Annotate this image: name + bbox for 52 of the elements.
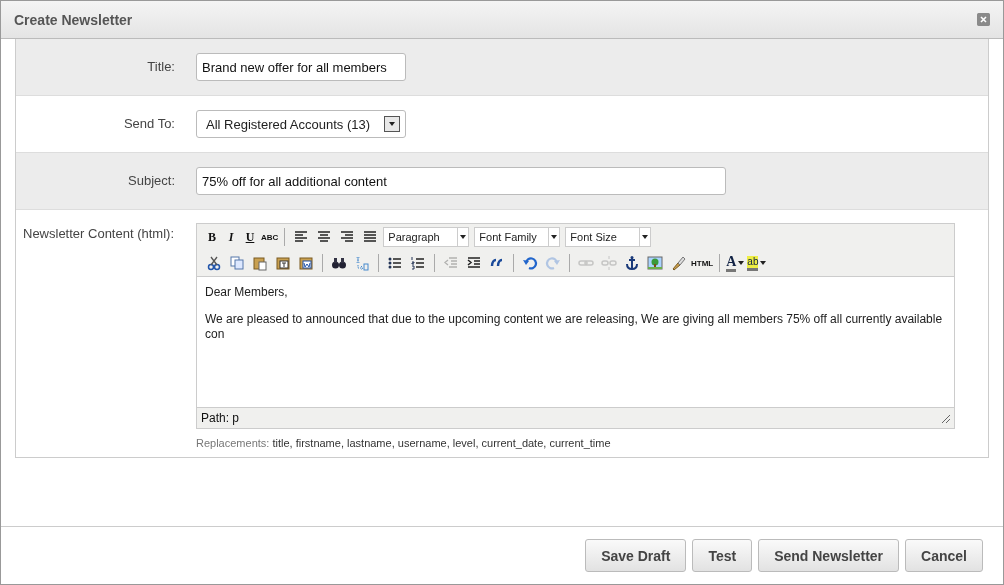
field-label: Title:: [146, 58, 176, 74]
window-title: Create Newsletter: [14, 11, 133, 28]
field-label: Subject:: [127, 172, 176, 188]
resize-grip-icon[interactable]: [940, 413, 950, 423]
toolbar-dropdown[interactable]: Font Size: [565, 227, 652, 247]
content-paragraph: We are pleased to announced that due to the upcoming content we are releasing, We are giving all members 75% off all currently available con: [205, 312, 944, 342]
binoculars-icon[interactable]: [331, 255, 347, 271]
align-center-icon[interactable]: [316, 229, 333, 245]
caret-icon: [760, 261, 767, 265]
scissors-icon[interactable]: [206, 255, 222, 271]
clipboard-icon[interactable]: [275, 255, 291, 271]
format-button[interactable]: HTML: [691, 253, 714, 273]
caret-icon: [738, 261, 745, 265]
dialog-button[interactable]: Save Draft: [585, 539, 687, 572]
undo-icon[interactable]: [522, 255, 538, 271]
send-to-dropdown[interactable]: All Registered Accounts (13): [196, 110, 406, 138]
toolbar-dropdown[interactable]: Font Family: [474, 227, 561, 247]
justify-icon[interactable]: [362, 229, 379, 245]
input-field[interactable]: Brand new offer for all members: [196, 53, 406, 81]
align-right-icon[interactable]: [339, 229, 356, 245]
replacements-label: Replacements:: [196, 437, 270, 449]
color-button[interactable]: A: [726, 254, 737, 272]
dialog-button[interactable]: Cancel: [905, 539, 983, 572]
numbered-list-icon[interactable]: [410, 255, 426, 271]
image-icon[interactable]: [647, 255, 663, 271]
format-button[interactable]: I: [223, 227, 239, 247]
bullet-list-icon[interactable]: [387, 255, 403, 271]
content-paragraph: Dear Members,: [205, 285, 289, 300]
format-button[interactable]: ABC: [261, 227, 279, 247]
align-left-icon[interactable]: [293, 229, 310, 245]
field-label: Send To:: [122, 115, 176, 131]
brush-icon[interactable]: [670, 255, 686, 271]
toolbar-dropdown[interactable]: Paragraph: [383, 227, 470, 247]
clipboard-icon[interactable]: [252, 255, 268, 271]
field-label: Newsletter Content (html):: [22, 225, 175, 243]
indent-icon[interactable]: [466, 255, 482, 271]
caret-icon: [551, 235, 558, 239]
format-button[interactable]: U: [242, 227, 258, 247]
close-icon[interactable]: [977, 13, 990, 26]
clipboard-icon[interactable]: [298, 255, 314, 271]
caret-icon: [389, 122, 395, 126]
dialog-button[interactable]: Test: [692, 539, 753, 572]
dialog-button[interactable]: Send Newsletter: [758, 539, 900, 572]
input-field[interactable]: 75% off for all additional content: [196, 167, 726, 195]
anchor-icon[interactable]: [624, 255, 640, 271]
caret-icon: [460, 235, 467, 239]
copy-icon[interactable]: [229, 255, 245, 271]
replacements-list: title, firstname, lastname, username, level, current_date, current_time: [272, 437, 611, 449]
color-button[interactable]: ab: [747, 255, 759, 271]
element-path: Path: p: [201, 411, 240, 425]
format-button[interactable]: B: [204, 227, 220, 247]
caret-icon: [642, 235, 649, 239]
